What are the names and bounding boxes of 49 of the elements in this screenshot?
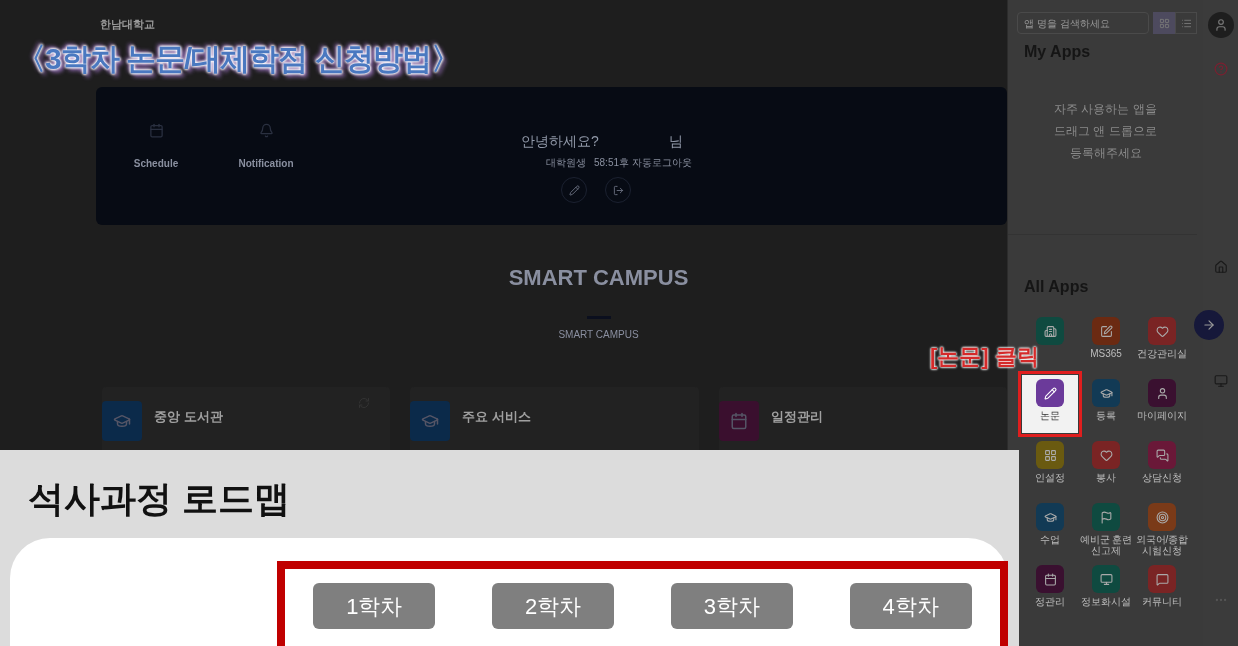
app-label: MS365: [1090, 348, 1122, 359]
app-tile[interactable]: 예비군 훈련 신고제: [1078, 499, 1134, 557]
widget-label[interactable]: Notification: [238, 156, 294, 171]
app-tile[interactable]: 마이페이지: [1134, 375, 1190, 433]
app-label: 수업: [1040, 534, 1060, 545]
card-title: 주요 서비스: [462, 408, 531, 426]
callout-label: [논문] 클릭: [930, 343, 1039, 371]
annotation-title: 〈3학차 논문/대체학점 신청방법〉: [16, 41, 460, 77]
section-subtitle: SMART CAMPUS: [558, 328, 639, 342]
app-tile[interactable]: 봉사: [1078, 437, 1134, 495]
app-label: 마이페이지: [1137, 410, 1187, 421]
app-label: 예비군 훈련 신고제: [1078, 534, 1134, 556]
app-tile[interactable]: 커뮤니티: [1134, 561, 1190, 619]
role-text: 대학원생: [546, 156, 586, 170]
greeting-text: 안녕하세요?: [521, 132, 599, 151]
app-label: 외국어/종합시험신청: [1134, 534, 1190, 556]
section-title: SMART CAMPUS: [508, 264, 689, 292]
app-label: 상담신청: [1142, 472, 1182, 483]
logo-text[interactable]: 한남대학교: [100, 16, 155, 33]
app-search-field[interactable]: 앱 명을 검색하세요: [1017, 12, 1149, 34]
app-label: 정보화시설: [1081, 596, 1131, 607]
app-label: 커뮤니티: [1142, 596, 1182, 607]
term-chip: 2학차: [492, 583, 615, 629]
roadmap-title: 석사과정 로드맵: [28, 477, 291, 521]
empty-message: 자주 사용하는 앱을 드래그 앤 드롭으로 등록해주세요: [1053, 101, 1158, 162]
app-tile[interactable]: MS365: [1078, 313, 1134, 371]
app-label: 정관리: [1035, 596, 1065, 607]
card-title: 중앙 도서관: [154, 408, 223, 426]
app-tile[interactable]: 인설정: [1022, 437, 1078, 495]
app-label: 인설정: [1035, 472, 1065, 483]
name-suffix: 님: [668, 132, 683, 151]
widget-label[interactable]: Schedule: [133, 156, 179, 171]
app-label: 봉사: [1096, 472, 1116, 483]
card-title: 일정관리: [770, 408, 823, 426]
app-tile[interactable]: 등록: [1078, 375, 1134, 433]
logout-timer: 58:51후 자동로그아웃: [594, 156, 692, 170]
app-tile[interactable]: 수업: [1022, 499, 1078, 557]
app-tile[interactable]: 외국어/종합시험신청: [1134, 499, 1190, 557]
app-label: 건강관리실: [1137, 348, 1187, 359]
app-tile[interactable]: 정관리: [1022, 561, 1078, 619]
term-chip: 3학차: [670, 583, 793, 629]
app-tile[interactable]: 상담신청: [1134, 437, 1190, 495]
app-tile[interactable]: 정보화시설: [1078, 561, 1134, 619]
term-chip: 4학차: [849, 583, 972, 629]
app-label: 논문: [1040, 410, 1060, 421]
app-label: 등록: [1096, 410, 1116, 421]
app-tile[interactable]: 논문: [1022, 375, 1078, 433]
app-tile[interactable]: 건강관리실: [1134, 313, 1190, 371]
term-chip: 1학차: [313, 583, 436, 629]
